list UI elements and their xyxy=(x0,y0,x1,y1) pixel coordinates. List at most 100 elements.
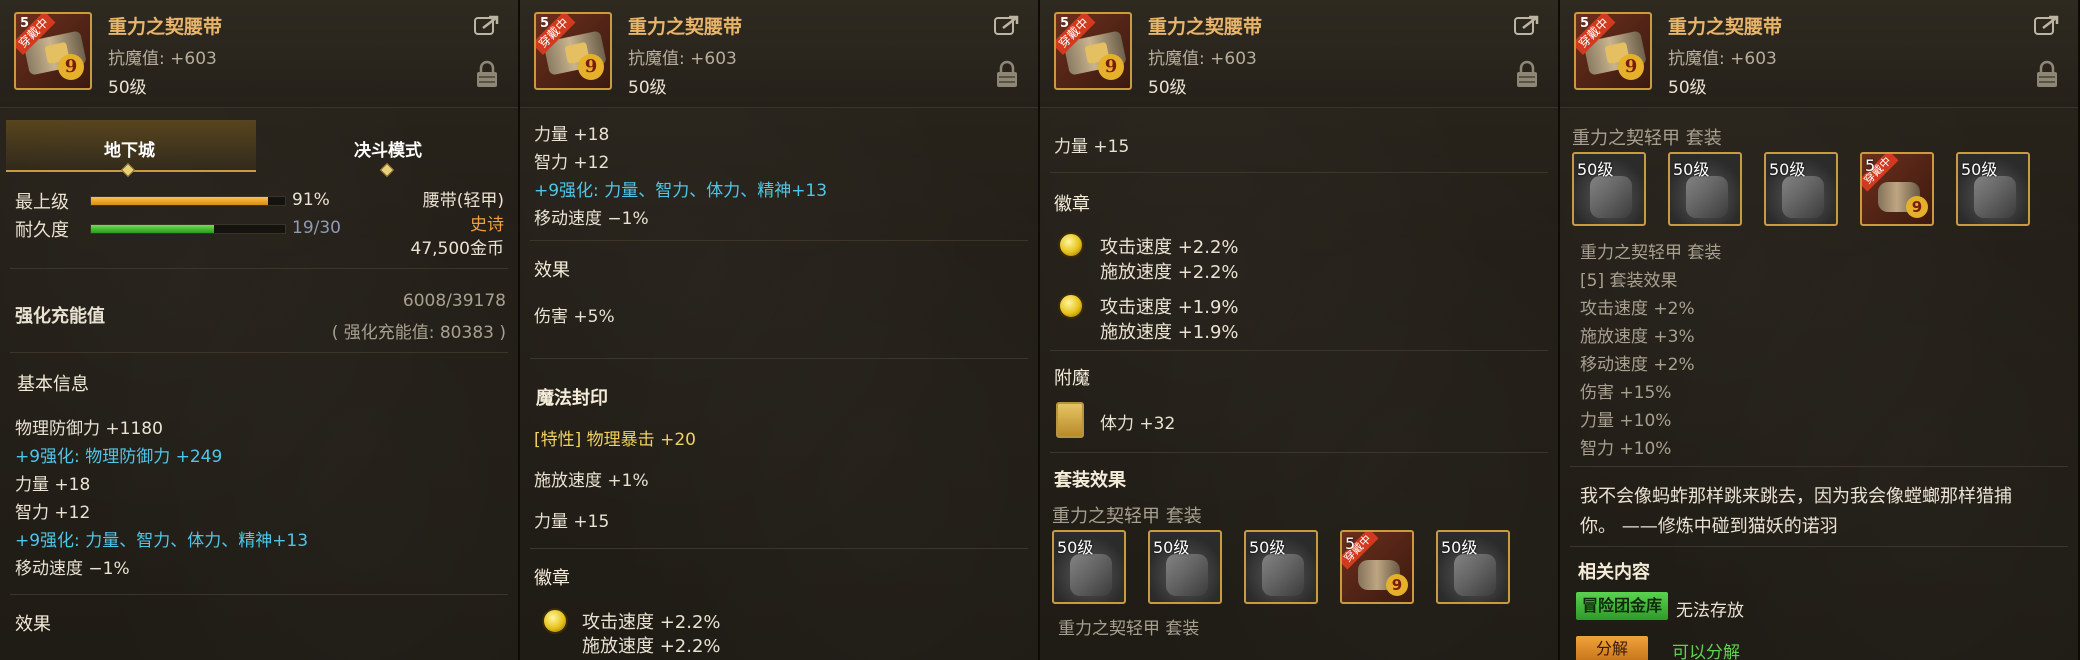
lock-icon[interactable] xyxy=(996,60,1018,88)
item-header: 穿戴中 5 9 重力之契腰带 抗魔值: +603 50级 xyxy=(520,0,1038,108)
emblem-heading: 徽章 xyxy=(534,568,570,589)
set-slot-level: 5 xyxy=(1865,156,1876,175)
set-slot-level: 50级 xyxy=(1961,160,1998,179)
set-bonus-line: 攻击速度 +2% xyxy=(1580,299,1695,319)
set-bonus-line: 力量 +10% xyxy=(1580,411,1672,431)
reinforce-level-badge: 9 xyxy=(1386,574,1408,596)
tooltip-panel-2: 穿戴中 5 9 重力之契腰带 抗魔值: +603 50级 力量 +18 智力 +… xyxy=(520,0,1040,660)
item-icon: 穿戴中 5 9 xyxy=(534,12,612,90)
item-stat: 抗魔值: +603 xyxy=(1668,49,1777,69)
emblem-line: 攻击速度 +1.9% xyxy=(1100,297,1239,318)
emblem-heading: 徽章 xyxy=(1054,194,1090,215)
stat-line: 力量 +18 xyxy=(15,475,91,495)
basic-info-heading: 基本信息 xyxy=(17,374,89,395)
related-heading: 相关内容 xyxy=(1578,562,1650,583)
item-stat: 抗魔值: +603 xyxy=(1148,49,1257,69)
lock-icon[interactable] xyxy=(1516,60,1538,88)
emblem-icon xyxy=(542,608,568,634)
item-icon: 穿戴中 5 9 xyxy=(14,12,92,90)
set-bonus-line: 伤害 +15% xyxy=(1580,383,1672,403)
set-slot-level: 50级 xyxy=(1249,538,1286,557)
effects-heading: 效果 xyxy=(15,614,51,635)
disassemble-button[interactable]: 分解 xyxy=(1576,636,1648,660)
disassemble-note: 可以分解 xyxy=(1672,643,1740,660)
strength-line: 力量 +15 xyxy=(1054,137,1130,157)
item-header: 穿戴中 5 9 重力之契腰带 抗魔值: +603 50级 xyxy=(0,0,518,108)
item-title: 重力之契腰带 xyxy=(1148,16,1263,38)
amplify-value: 6008/39178 xyxy=(402,291,506,311)
tooltip-panel-3: 穿戴中 5 9 重力之契腰带 抗魔值: +603 50级 力量 +15 徽章 攻… xyxy=(1040,0,1560,660)
amplify-label: 强化充能值 xyxy=(15,306,105,327)
stat-line: 智力 +12 xyxy=(15,503,91,523)
set-slot[interactable]: 50级 xyxy=(1148,530,1222,604)
damage-line: 伤害 +5% xyxy=(534,307,615,327)
max-level-label: 最上级 xyxy=(15,192,69,213)
set-slot[interactable]: 50级 xyxy=(1436,530,1510,604)
set-slot-level: 5 xyxy=(1345,534,1356,553)
cannot-store-label: 无法存放 xyxy=(1676,601,1744,621)
stat-line: 智力 +12 xyxy=(534,153,610,173)
lock-icon[interactable] xyxy=(476,60,498,88)
emblem-line: 攻击速度 +2.2% xyxy=(582,612,721,633)
rarity-label: 史诗 xyxy=(470,215,504,235)
share-icon[interactable] xyxy=(2034,14,2060,36)
tooltip-panel-4: 穿戴中 5 9 重力之契腰带 抗魔值: +603 50级 重力之契轻甲 套装 5… xyxy=(1560,0,2080,660)
item-header: 穿戴中 5 9 重力之契腰带 抗魔值: +603 50级 xyxy=(1560,0,2078,108)
icon-corner-number: 5 xyxy=(20,16,30,31)
strength-line: 力量 +15 xyxy=(534,512,610,532)
stat-line: +9强化: 力量、智力、体力、精神+13 xyxy=(15,531,309,551)
set-slot[interactable]: 50级 xyxy=(1668,152,1742,226)
trait-line: [特性] 物理暴击 +20 xyxy=(534,430,696,450)
set-slot-level: 50级 xyxy=(1441,538,1478,557)
item-stat: 抗魔值: +603 xyxy=(108,49,217,69)
item-title: 重力之契腰带 xyxy=(108,16,223,38)
set-footer: 重力之契轻甲 套装 xyxy=(1058,619,1200,639)
emblem-icon xyxy=(1058,293,1084,319)
enchant-line: 体力 +32 xyxy=(1100,414,1176,434)
reinforce-level-badge: 9 xyxy=(578,54,604,80)
item-level: 50级 xyxy=(1668,78,1707,98)
set-name-2: 重力之契轻甲 套装 xyxy=(1580,243,1722,263)
item-level: 50级 xyxy=(628,78,667,98)
emblem-line: 施放速度 +2.2% xyxy=(582,636,721,657)
amplify-note: ( 强化充能值: 80383 ) xyxy=(331,323,506,343)
price-label: 47,500金币 xyxy=(410,239,504,259)
set-bonus-line: 施放速度 +3% xyxy=(1580,327,1695,347)
stat-line: +9强化: 物理防御力 +249 xyxy=(15,447,223,467)
stat-line: 物理防御力 +1180 xyxy=(15,419,163,439)
set-slot-level: 50级 xyxy=(1153,538,1190,557)
item-header: 穿戴中 5 9 重力之契腰带 抗魔值: +603 50级 xyxy=(1040,0,1558,108)
lock-icon[interactable] xyxy=(2036,60,2058,88)
reinforce-level-badge: 9 xyxy=(1098,54,1124,80)
share-icon[interactable] xyxy=(1514,14,1540,36)
set-slot[interactable]: 50级 xyxy=(1572,152,1646,226)
icon-corner-number: 5 xyxy=(1580,16,1590,31)
max-level-value: 91% xyxy=(292,190,330,210)
slot-type: 腰带(轻甲) xyxy=(422,191,504,211)
reinforce-level-badge: 9 xyxy=(58,54,84,80)
icon-corner-number: 5 xyxy=(540,16,550,31)
emblem-line: 施放速度 +2.2% xyxy=(1100,262,1239,283)
emblem-icon xyxy=(1058,232,1084,258)
flavor-text-line1: 我不会像蚂蚱那样跳来跳去，因为我会像螳螂那样猎捕 xyxy=(1580,486,2012,507)
share-icon[interactable] xyxy=(474,14,500,36)
set-slot[interactable]: 50级 xyxy=(1244,530,1318,604)
set-slot[interactable]: 50级 xyxy=(1764,152,1838,226)
adventure-vault-button[interactable]: 冒险团金库 xyxy=(1576,592,1669,620)
set-slot[interactable]: 50级 xyxy=(1052,530,1126,604)
set-slot-equipped[interactable]: 穿戴中 5 9 xyxy=(1340,530,1414,604)
icon-corner-number: 5 xyxy=(1060,16,1070,31)
set-slot[interactable]: 50级 xyxy=(1956,152,2030,226)
tab-duel-mode[interactable]: 决斗模式 xyxy=(354,136,422,161)
set-effect-heading: 套装效果 xyxy=(1054,470,1126,491)
set-bonus-line: 智力 +10% xyxy=(1580,439,1672,459)
stat-line: 移动速度 −1% xyxy=(15,559,130,579)
reinforce-level-badge: 9 xyxy=(1618,54,1644,80)
set-bonus-line: 移动速度 +2% xyxy=(1580,355,1695,375)
durability-value: 19/30 xyxy=(292,218,341,238)
set-slot-equipped[interactable]: 穿戴中 5 9 xyxy=(1860,152,1934,226)
tab-dungeon[interactable]: 地下城 xyxy=(104,136,155,161)
tooltip-panel-1: 穿戴中 5 9 重力之契腰带 抗魔值: +603 50级 地下城 决斗模式 最上… xyxy=(0,0,520,660)
share-icon[interactable] xyxy=(994,14,1020,36)
enchant-heading: 附魔 xyxy=(1054,368,1090,389)
